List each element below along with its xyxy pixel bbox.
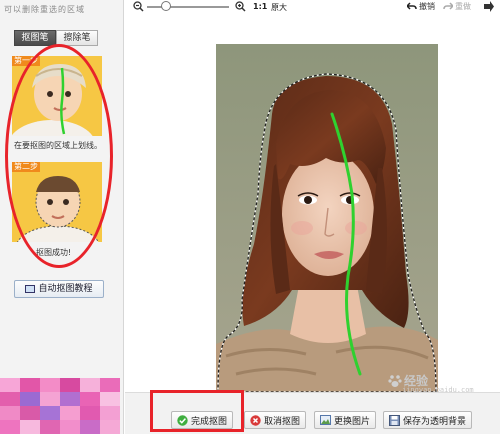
undo-label: 撤销: [419, 2, 435, 11]
zoom-slider-track[interactable]: [147, 6, 229, 8]
blurred-ad-image: [0, 378, 120, 434]
save-transparent-label: 保存为透明背景: [403, 416, 467, 427]
image-icon: [320, 415, 331, 425]
hint-text: 可以删除重选的区域: [4, 5, 85, 14]
auto-cutout-tutorial-button[interactable]: 自动抠图教程: [14, 280, 104, 298]
change-image-label: 更换图片: [334, 416, 371, 427]
save-transparent-button[interactable]: 保存为透明背景: [383, 411, 473, 429]
next-icon[interactable]: [483, 1, 495, 12]
zoom-out-icon[interactable]: [133, 1, 144, 12]
book-icon: [25, 285, 36, 293]
top-toolbar: 1:1 原大 撤销 重做: [125, 0, 500, 16]
cancel-cutout-button[interactable]: 取消抠图: [244, 411, 307, 429]
cancel-cutout-label: 取消抠图: [264, 416, 301, 427]
auto-cutout-label: 自动抠图教程: [38, 284, 93, 294]
zoom-in-icon[interactable]: [235, 1, 246, 12]
undo-icon: [407, 2, 417, 10]
redo-icon: [443, 2, 453, 10]
undo-button[interactable]: 撤销: [407, 1, 435, 12]
redo-button[interactable]: 重做: [443, 1, 471, 12]
highlight-box: [150, 390, 244, 432]
save-icon: [389, 414, 400, 426]
highlight-oval: [5, 44, 113, 268]
editing-canvas[interactable]: [125, 16, 500, 392]
zoom-slider-thumb[interactable]: [161, 1, 171, 11]
portrait-photo[interactable]: [216, 44, 438, 392]
cancel-icon: [250, 414, 261, 426]
zoom-ratio[interactable]: 1:1: [253, 2, 267, 11]
baidu-paw-icon: [388, 374, 402, 387]
change-image-button[interactable]: 更换图片: [314, 411, 377, 429]
tab-cutout-pen[interactable]: 抠图笔: [14, 30, 56, 46]
redo-label: 重做: [455, 2, 471, 11]
left-panel: 可以删除重选的区域 抠图笔 擦除笔 第一步 在要抠图的区域上划线。 第二步 抠图…: [0, 0, 124, 434]
zoom-original-label[interactable]: 原大: [271, 2, 287, 13]
